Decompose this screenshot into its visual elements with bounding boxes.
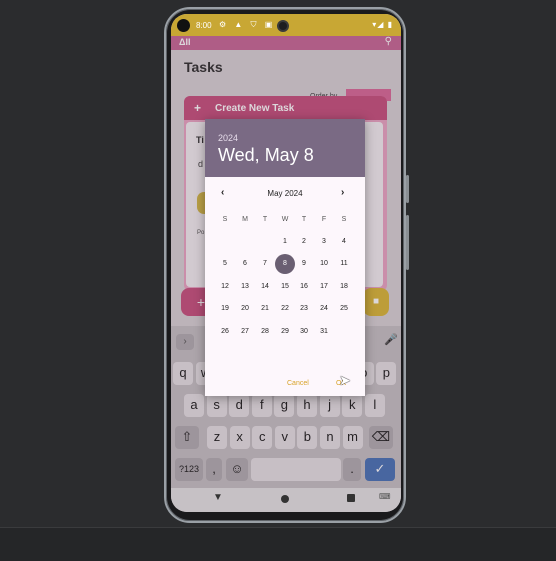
calendar-day[interactable]: 31	[314, 322, 334, 342]
calendar-day[interactable]: 9	[294, 254, 314, 274]
back-icon[interactable]: ▼	[213, 492, 223, 503]
recents-icon[interactable]	[347, 494, 355, 502]
calendar-day[interactable]: 26	[215, 322, 235, 342]
calendar-day[interactable]: 6	[235, 254, 255, 274]
selected-day[interactable]: 8	[275, 254, 295, 275]
calendar-day[interactable]: 23	[294, 299, 314, 319]
calendar-day[interactable]: 2	[294, 232, 314, 252]
calendar-day[interactable]: 28	[255, 322, 275, 342]
mouse-cursor: ➤	[339, 372, 351, 388]
year-label[interactable]: 2024	[218, 133, 238, 143]
calendar-day[interactable]: 20	[235, 299, 255, 319]
weekday-label: S	[222, 216, 228, 223]
cancel-button[interactable]: Cancel	[287, 380, 309, 387]
volume-button	[406, 215, 409, 270]
phone-screen: 8:00 ⚙ ▲ ⛉ ▣ ▾◢ ▮ ΔII ⚲ Tasks Order by +…	[171, 14, 401, 512]
calendar-day[interactable]: 25	[334, 299, 354, 319]
bottom-strip	[0, 527, 556, 561]
calendar-day[interactable]: 11	[334, 254, 354, 274]
status-icons: ⚙ ▲ ⛉ ▣	[219, 20, 276, 29]
next-month-icon[interactable]: ›	[341, 187, 344, 198]
calendar-day[interactable]: 1	[275, 232, 295, 252]
calendar-day[interactable]: 14	[255, 277, 275, 297]
date-picker-dialog: 2024 Wed, May 8 ‹ May 2024 › SMTWTFS1234…	[205, 119, 365, 396]
calendar-day[interactable]: 10	[314, 254, 334, 274]
calendar-day[interactable]: 12	[215, 277, 235, 297]
calendar-day[interactable]: 5	[215, 254, 235, 274]
power-button	[406, 175, 409, 203]
weekday-label: T	[301, 216, 307, 223]
calendar-day[interactable]: 4	[334, 232, 354, 252]
calendar-day[interactable]: 13	[235, 277, 255, 297]
calendar-day[interactable]: 24	[314, 299, 334, 319]
calendar-day[interactable]: 19	[215, 299, 235, 319]
date-picker-header: 2024 Wed, May 8	[205, 119, 365, 177]
calendar-day[interactable]: 30	[294, 322, 314, 342]
status-bar: 8:00 ⚙ ▲ ⛉ ▣ ▾◢ ▮	[171, 14, 401, 36]
calendar-day[interactable]: 27	[235, 322, 255, 342]
calendar-day[interactable]: 22	[275, 299, 295, 319]
calendar-day[interactable]: 3	[314, 232, 334, 252]
signal-battery-icons: ▾◢ ▮	[372, 20, 393, 29]
home-icon[interactable]	[281, 495, 289, 503]
selected-date: Wed, May 8	[218, 145, 314, 165]
calendar-day[interactable]: 29	[275, 322, 295, 342]
weekday-label: S	[341, 216, 347, 223]
calendar-day[interactable]: 15	[275, 277, 295, 297]
calendar-day[interactable]: 18	[334, 277, 354, 297]
weekday-label: M	[242, 216, 248, 223]
front-camera	[277, 20, 289, 32]
weekday-label: W	[281, 216, 289, 223]
weekday-label: T	[262, 216, 268, 223]
calendar-day[interactable]: 16	[294, 277, 314, 297]
calendar-day[interactable]: 21	[255, 299, 275, 319]
weekday-label: F	[321, 216, 327, 223]
keyboard-switch-icon[interactable]: ⌨	[379, 492, 391, 501]
status-time: 8:00	[196, 21, 212, 30]
calendar-day[interactable]: 7	[255, 254, 275, 274]
camera-dot	[177, 19, 190, 32]
calendar-day[interactable]: 17	[314, 277, 334, 297]
